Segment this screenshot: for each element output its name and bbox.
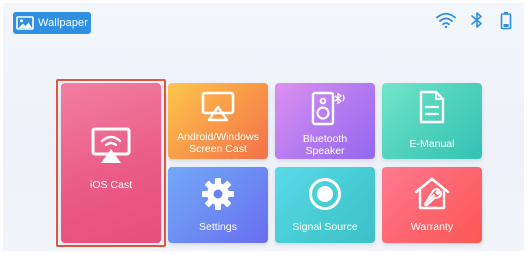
tile-warranty[interactable]: Warranty bbox=[382, 167, 482, 243]
tile-label: Signal Source bbox=[292, 221, 358, 233]
tile-label: Bluetooth Speaker bbox=[302, 133, 348, 157]
wifi-icon bbox=[435, 11, 457, 29]
tile-signal-source[interactable]: Signal Source bbox=[275, 167, 375, 243]
tile-label: iOS Cast bbox=[89, 179, 132, 191]
signal-source-icon bbox=[309, 178, 341, 210]
tile-label: Android/Windows Screen Cast bbox=[177, 131, 259, 155]
document-icon bbox=[419, 90, 445, 124]
projector-home-screen: Wallpaper iOS Cast Android/Windows Scree… bbox=[3, 3, 524, 251]
battery-icon bbox=[500, 11, 512, 30]
wallpaper-label: Wallpaper bbox=[38, 17, 89, 29]
tile-bluetooth-speaker[interactable]: Bluetooth Speaker bbox=[275, 83, 375, 159]
tile-e-manual[interactable]: E-Manual bbox=[382, 83, 482, 159]
tile-label: E-Manual bbox=[409, 138, 455, 150]
tile-label: Settings bbox=[199, 221, 237, 233]
bluetooth-icon bbox=[470, 11, 484, 29]
image-icon bbox=[16, 16, 34, 30]
tile-ios-cast[interactable]: iOS Cast bbox=[61, 83, 161, 243]
tile-settings[interactable]: Settings bbox=[168, 167, 268, 243]
airplay-icon bbox=[91, 127, 131, 163]
screen-cast-icon bbox=[201, 91, 235, 122]
tile-label: Warranty bbox=[410, 221, 454, 233]
speaker-icon bbox=[311, 91, 345, 126]
wallpaper-button[interactable]: Wallpaper bbox=[13, 12, 91, 34]
house-wrench-icon bbox=[414, 177, 450, 210]
gear-icon bbox=[202, 178, 234, 210]
tile-screen-cast[interactable]: Android/Windows Screen Cast bbox=[168, 83, 268, 159]
